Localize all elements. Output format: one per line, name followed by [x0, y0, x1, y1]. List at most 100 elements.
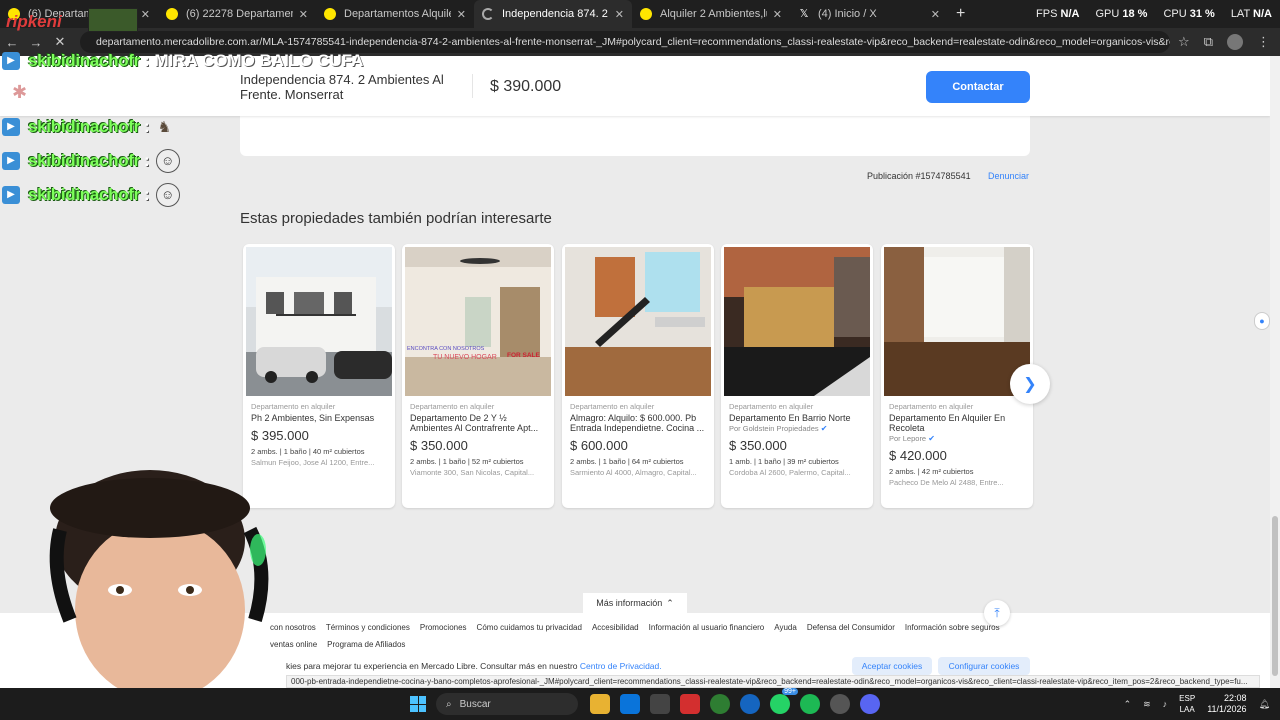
trollface-emote-icon: ☺ [155, 183, 180, 207]
discord-icon[interactable] [860, 694, 880, 714]
more-info-tab[interactable]: Más información ⌃ [583, 593, 687, 613]
profile-avatar[interactable] [1227, 34, 1243, 50]
close-tab-icon[interactable]: ✕ [773, 8, 782, 21]
wifi-icon[interactable]: ≋ [1143, 699, 1151, 710]
browser-tab[interactable]: Departamentos Alquiler Capital ✕ [316, 0, 474, 28]
publication-id: Publicación #1574785541 [867, 171, 971, 181]
report-link[interactable]: Denunciar [988, 171, 1029, 181]
footer-link[interactable]: Ayuda [774, 623, 797, 632]
language-indicator[interactable]: ESP LAA [1179, 693, 1195, 715]
card-price: $ 350.000 [729, 438, 787, 453]
page-scrollbar[interactable] [1270, 56, 1280, 688]
card-type: Departamento en alquiler [410, 402, 495, 411]
card-title[interactable]: Departamento De 2 Y ½ Ambientes Al Contr… [410, 413, 548, 433]
spotify-icon[interactable] [800, 694, 820, 714]
windows-start-icon[interactable] [410, 696, 426, 712]
tab-title: Departamentos Alquiler Capital [344, 8, 451, 20]
chat-badge-icon: ▶ [2, 52, 20, 70]
footer-link[interactable]: Promociones [420, 623, 467, 632]
link-status-bar: 000-pb-entrada-independietne-cocina-y-ba… [286, 675, 1260, 688]
card-title[interactable]: Departamento En Alquiler En Recoleta [889, 413, 1027, 433]
file-explorer-icon[interactable] [590, 694, 610, 714]
property-card[interactable]: ENCONTRA CON NOSOTROS TU NUEVO HOGAR FOR… [402, 244, 554, 508]
close-tab-icon[interactable]: ✕ [457, 8, 466, 21]
webcam-overlay [49, 470, 269, 688]
card-type: Departamento en alquiler [570, 402, 655, 411]
card-type: Departamento en alquiler [251, 402, 336, 411]
menu-dots-icon[interactable]: ⋮ [1257, 34, 1270, 50]
footer-link[interactable]: Información sobre seguros [905, 623, 1000, 632]
more-info-label: Más información [596, 598, 663, 608]
chat-message: : [144, 185, 150, 204]
property-photo [724, 247, 870, 396]
configure-cookies-button[interactable]: Configurar cookies [938, 657, 1030, 675]
scrollbar-thumb[interactable] [1272, 516, 1278, 676]
chat-line: ▶ skibidinachofr : ☺ [2, 178, 363, 212]
speaker-icon[interactable]: ♪ [1163, 699, 1168, 709]
property-card[interactable]: Departamento en alquiler Departamento En… [881, 244, 1033, 508]
notification-bell-icon[interactable]: 🔔︎ [1259, 699, 1270, 710]
footer-links: con nosotros Términos y condiciones Prom… [270, 623, 1000, 632]
chat-username: skibidinachofr [28, 185, 140, 204]
carousel-next-button[interactable]: ❯ [1010, 364, 1050, 404]
privacy-center-link[interactable]: Centro de Privacidad. [580, 661, 662, 671]
cookie-banner-text: kies para mejorar tu experiencia en Merc… [286, 661, 662, 671]
clock[interactable]: 22:08 11/1/2026 [1207, 693, 1246, 715]
store-icon[interactable] [620, 694, 640, 714]
verified-icon: ✔ [820, 424, 828, 433]
chrome-profile-icon[interactable] [740, 694, 760, 714]
browser-tab[interactable]: 𝕏 (4) Inicio / X ✕ [790, 0, 948, 28]
close-tab-icon[interactable]: ✕ [615, 8, 624, 21]
close-tab-icon[interactable]: ✕ [299, 8, 308, 21]
footer-links-secondary: ventas online Programa de Afiliados [270, 640, 405, 649]
system-tray: ⌃ ≋ ♪ ESP LAA 22:08 11/1/2026 🔔︎ [1124, 688, 1270, 720]
whatsapp-icon[interactable]: 99+ [770, 688, 798, 714]
scroll-to-top-button[interactable]: ⤒ [984, 600, 1010, 626]
footer-link[interactable]: Defensa del Consumidor [807, 623, 895, 632]
footer-link[interactable]: Información al usuario financiero [649, 623, 765, 632]
footer-link[interactable]: Términos y condiciones [326, 623, 410, 632]
chat-line: ▶ skibidinachofr : ♞ [2, 110, 363, 144]
card-location: Salmun Feijoo, Jose Al 1200, Entre... [251, 458, 375, 467]
divider [472, 74, 473, 98]
property-card[interactable]: Departamento en alquiler Almagro: Alquil… [562, 244, 714, 508]
browser-tab[interactable]: (6) 22278 Departamentos en Al ✕ [158, 0, 316, 28]
contact-button[interactable]: Contactar [926, 71, 1030, 103]
browser-tabbar: (6) Departamento Neuralwilde✕ (6) 22278 … [0, 0, 1280, 28]
chat-username: skibidinachofr [28, 151, 140, 170]
stream-chat-overlay: ▶ skibidinachofr : MIRA COMO BAILO CUFA … [2, 48, 363, 212]
chevron-up-icon[interactable]: ⌃ [1124, 699, 1132, 710]
browser-tab[interactable]: Alquiler 2 Ambientes,luminoso ✕ [632, 0, 790, 28]
cpu-readout: CPU 31 % [1163, 8, 1215, 20]
property-card[interactable]: Departamento en alquiler Ph 2 Ambientes,… [243, 244, 395, 508]
chat-message: : [144, 117, 150, 136]
extensions-icon[interactable]: ⧉ [1204, 34, 1213, 50]
office-icon[interactable] [680, 694, 700, 714]
card-seller: Por Goldstein Propiedades ✔ [729, 424, 828, 433]
obs-icon[interactable] [830, 694, 850, 714]
bookmark-star-icon[interactable]: ☆ [1178, 34, 1190, 50]
footer-link[interactable]: Accesibilidad [592, 623, 639, 632]
card-type: Departamento en alquiler [889, 402, 974, 411]
photo-caption-3: FOR SALE [507, 352, 541, 359]
card-title[interactable]: Departamento En Barrio Norte [729, 413, 867, 423]
calculator-icon[interactable] [650, 694, 670, 714]
card-title[interactable]: Almagro: Alquilo: $ 600.000. Pb Entrada … [570, 413, 708, 433]
browser-tab-active[interactable]: Independencia 874. 2 Ambientes ✕ [474, 0, 632, 28]
taskbar-search[interactable]: ⌕ Buscar [436, 693, 578, 715]
close-tab-icon[interactable]: ✕ [931, 8, 940, 21]
card-price: $ 600.000 [570, 438, 628, 453]
footer-link[interactable]: Cómo cuidamos tu privacidad [477, 623, 582, 632]
chrome-icon[interactable] [710, 694, 730, 714]
microphone-icon[interactable]: ● [1254, 312, 1270, 330]
streamer-name: ripkeni [6, 12, 62, 31]
new-tab-button[interactable]: + [956, 5, 965, 23]
accept-cookies-button[interactable]: Aceptar cookies [852, 657, 932, 675]
tab-title: Independencia 874. 2 Ambientes [502, 8, 609, 20]
chat-line: ▶ skibidinachofr : MIRA COMO BAILO CUFA [2, 48, 363, 74]
close-tab-icon[interactable]: ✕ [141, 8, 150, 21]
footer-link[interactable]: Programa de Afiliados [327, 640, 405, 649]
card-title[interactable]: Ph 2 Ambientes, Sin Expensas [251, 413, 389, 423]
property-card[interactable]: Departamento en alquiler Departamento En… [721, 244, 873, 508]
card-location: Sarmiento Al 4000, Almagro, Capital... [570, 468, 697, 477]
